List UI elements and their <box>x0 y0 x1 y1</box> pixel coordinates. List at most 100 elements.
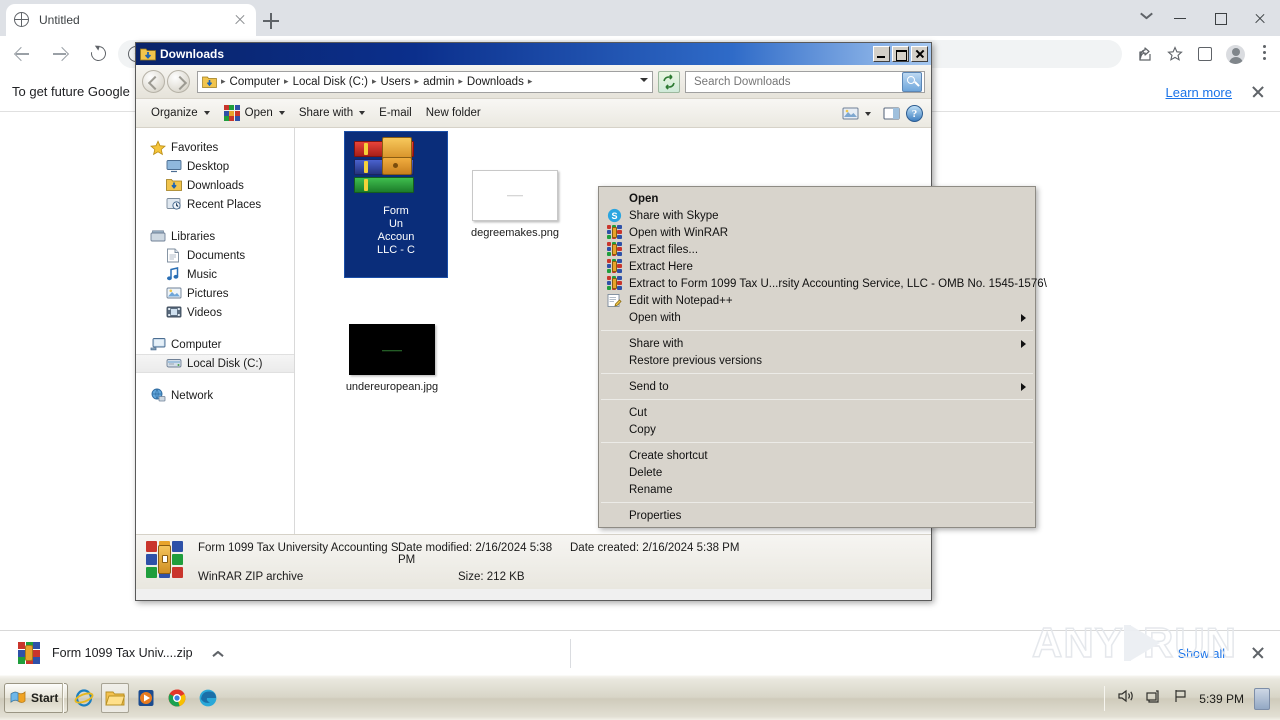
search-icon[interactable] <box>902 71 922 92</box>
new-folder-button[interactable]: New folder <box>419 102 488 125</box>
media-player-icon[interactable] <box>132 683 160 713</box>
breadcrumb-item-downloads[interactable]: Downloads <box>465 76 526 88</box>
show-desktop-button[interactable] <box>1254 687 1270 710</box>
close-window-button[interactable] <box>1240 0 1280 36</box>
search-box[interactable] <box>685 70 925 93</box>
chevron-down-icon[interactable] <box>1140 11 1154 25</box>
nav-item-desktop[interactable]: Desktop <box>136 157 294 176</box>
context-menu-item-delete[interactable]: Delete <box>599 464 1035 481</box>
search-input[interactable] <box>692 74 902 89</box>
nav-group-network[interactable]: Network <box>136 386 294 405</box>
refresh-button[interactable] <box>658 70 680 93</box>
context-menu-item-extract-here[interactable]: Extract Here <box>599 258 1035 275</box>
context-menu-item-copy[interactable]: Copy <box>599 421 1035 438</box>
context-menu-item-cut[interactable]: Cut <box>599 404 1035 421</box>
volume-icon[interactable] <box>1117 688 1135 709</box>
context-menu-item-open-with[interactable]: Open with <box>599 309 1035 326</box>
share-with-button[interactable]: Share with <box>292 102 372 125</box>
avatar[interactable] <box>1220 39 1250 69</box>
nav-item-music[interactable]: Music <box>136 265 294 284</box>
context-menu-item-open-with-winrar[interactable]: Open with WinRAR <box>599 224 1035 241</box>
share-icon[interactable] <box>1130 39 1160 69</box>
browser-tabstrip: Untitled <box>0 0 1280 36</box>
context-menu-item-extract-to-folder[interactable]: Extract to Form 1099 Tax U...rsity Accou… <box>599 275 1047 292</box>
breadcrumb-item-computer[interactable]: Computer <box>228 76 283 88</box>
preview-pane-icon[interactable] <box>880 103 902 124</box>
browser-tab[interactable]: Untitled <box>6 4 256 36</box>
file-name-line: LLC - C <box>377 244 415 256</box>
blank-icon <box>607 310 623 326</box>
bookmark-star-icon[interactable] <box>1160 39 1190 69</box>
forward-button[interactable] <box>167 70 190 93</box>
context-menu-item-edit-with-notepadpp[interactable]: Edit with Notepad++ <box>599 292 1035 309</box>
close-icon[interactable] <box>1250 645 1266 661</box>
file-item-selected[interactable]: Form Un Accoun LLC - C <box>344 131 448 278</box>
minimize-button[interactable] <box>1160 0 1200 36</box>
email-button[interactable]: E-mail <box>372 102 419 125</box>
context-menu-item-rename[interactable]: Rename <box>599 481 1035 498</box>
change-view-icon[interactable] <box>839 103 861 124</box>
context-menu-item-send-to[interactable]: Send to <box>599 378 1035 395</box>
address-dropdown-icon[interactable] <box>640 77 648 82</box>
clock[interactable]: 5:39 PM <box>1199 692 1244 706</box>
nav-item-pictures[interactable]: Pictures <box>136 284 294 303</box>
close-icon[interactable] <box>1250 84 1266 100</box>
date-created-value: 2/16/2024 5:38 PM <box>642 541 740 554</box>
breadcrumb-item-admin[interactable]: admin <box>421 76 456 88</box>
reload-icon[interactable] <box>82 38 114 70</box>
file-name: Form Un Accoun LLC - C <box>345 205 447 257</box>
nav-item-downloads[interactable]: Downloads <box>136 176 294 195</box>
help-icon[interactable]: ? <box>906 105 923 122</box>
context-menu-item-share-with[interactable]: Share with <box>599 335 1035 352</box>
download-item[interactable]: Form 1099 Tax Univ....zip <box>18 642 227 664</box>
network-icon[interactable] <box>1145 688 1163 709</box>
context-menu-item-restore-previous-versions[interactable]: Restore previous versions <box>599 352 1035 369</box>
breadcrumb[interactable]: ▸ Computer ▸ Local Disk (C:) ▸ Users ▸ a… <box>197 70 653 93</box>
action-center-flag-icon[interactable] <box>1173 688 1189 709</box>
context-menu-item-share-with-skype[interactable]: S Share with Skype <box>599 207 1035 224</box>
back-button[interactable] <box>142 70 165 93</box>
file-item[interactable]: undereuropean.jpg <box>327 324 457 393</box>
context-menu-item-extract-files[interactable]: Extract files... <box>599 241 1035 258</box>
nav-item-local-disk[interactable]: Local Disk (C:) <box>136 354 294 373</box>
side-panel-icon[interactable] <box>1190 39 1220 69</box>
internet-explorer-icon[interactable] <box>70 683 98 713</box>
nav-group-computer[interactable]: Computer <box>136 335 294 354</box>
browser-menu-icon[interactable] <box>1250 39 1280 69</box>
forward-icon[interactable] <box>44 38 76 70</box>
file-item[interactable]: degreemakes.png <box>450 170 580 239</box>
nav-item-videos[interactable]: Videos <box>136 303 294 322</box>
divider <box>1104 686 1105 711</box>
open-button[interactable]: Open <box>217 102 292 125</box>
close-button[interactable] <box>911 46 928 62</box>
minimize-button[interactable] <box>873 46 890 62</box>
organize-button[interactable]: Organize <box>144 102 217 125</box>
start-button[interactable]: Start <box>4 683 69 713</box>
edge-icon[interactable] <box>194 683 222 713</box>
status-size: Size: 212 KB <box>398 571 570 583</box>
nav-group-favorites[interactable]: Favorites <box>136 138 294 157</box>
explorer-icon[interactable] <box>101 683 129 713</box>
context-menu-item-create-shortcut[interactable]: Create shortcut <box>599 447 1035 464</box>
breadcrumb-item-local-disk[interactable]: Local Disk (C:) <box>291 76 370 88</box>
context-menu-item-properties[interactable]: Properties <box>599 507 1035 524</box>
chevron-up-icon[interactable] <box>211 645 227 661</box>
close-icon[interactable] <box>232 12 248 28</box>
context-menu-item-open[interactable]: Open <box>599 190 1035 207</box>
view-dropdown-icon[interactable] <box>865 111 871 116</box>
status-file-type: WinRAR ZIP archive <box>198 570 304 583</box>
maximize-button[interactable] <box>892 46 909 62</box>
divider <box>62 683 64 713</box>
menu-separator <box>601 330 1033 331</box>
breadcrumb-item-users[interactable]: Users <box>379 76 413 88</box>
nav-item-recent-places[interactable]: Recent Places <box>136 195 294 214</box>
nav-item-documents[interactable]: Documents <box>136 246 294 265</box>
learn-more-link[interactable]: Learn more <box>1166 85 1232 100</box>
maximize-button[interactable] <box>1200 0 1240 36</box>
back-icon[interactable] <box>6 38 38 70</box>
explorer-titlebar[interactable]: Downloads <box>136 43 931 65</box>
nav-group-libraries[interactable]: Libraries <box>136 227 294 246</box>
screen: Untitled akqhxnbxb65b%2FForm... To get f… <box>0 0 1280 720</box>
new-tab-button[interactable] <box>258 8 284 34</box>
chrome-icon[interactable] <box>163 683 191 713</box>
